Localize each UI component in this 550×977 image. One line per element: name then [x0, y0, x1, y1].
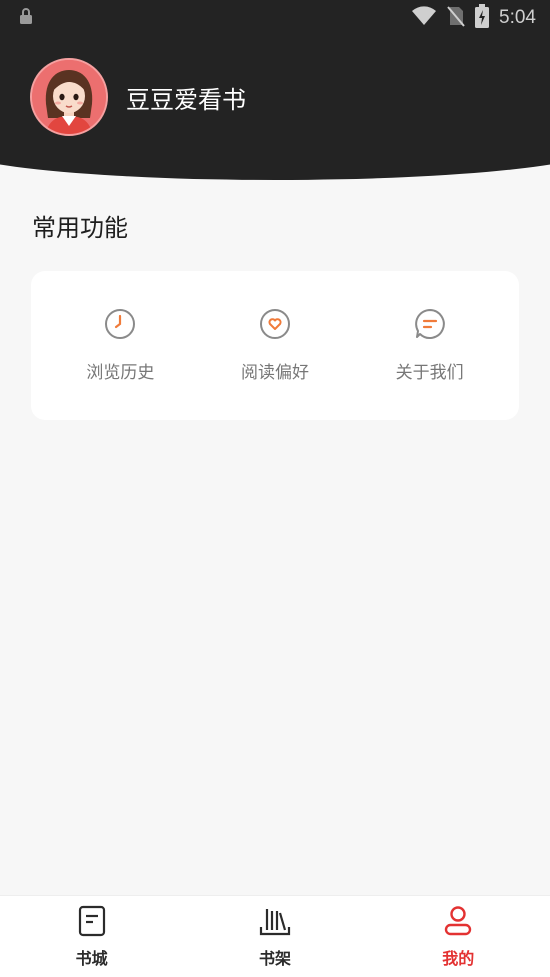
no-sim-icon [447, 5, 465, 31]
bottom-navigation: 书城 书架 我的 [0, 895, 550, 977]
bookshelf-icon [259, 905, 291, 941]
girl-avatar-icon [32, 60, 106, 134]
feature-label: 关于我们 [395, 363, 464, 383]
heart-icon [259, 308, 291, 344]
section-title: 常用功能 [32, 214, 128, 242]
nav-bookstore[interactable]: 书城 [32, 905, 152, 969]
avatar[interactable] [30, 58, 108, 136]
common-functions-card: 浏览历史 阅读偏好 关于我们 [31, 271, 519, 420]
feature-about-us[interactable]: 关于我们 [365, 308, 495, 383]
user-icon [443, 905, 473, 941]
status-time: 5:04 [499, 7, 536, 28]
feature-label: 阅读偏好 [240, 363, 309, 383]
feature-reading-preference[interactable]: 阅读偏好 [210, 308, 340, 383]
chat-bubble-icon [414, 308, 446, 344]
wifi-icon [411, 6, 437, 30]
lock-icon [18, 7, 34, 29]
status-bar: 5:04 [0, 0, 550, 36]
nav-mine[interactable]: 我的 [398, 905, 518, 969]
nav-bookshelf[interactable]: 书架 [215, 905, 335, 969]
feature-browsing-history[interactable]: 浏览历史 [55, 308, 185, 383]
book-icon [77, 905, 107, 941]
profile-header[interactable]: 豆豆爱看书 [30, 58, 246, 136]
battery-charging-icon [475, 4, 490, 32]
username: 豆豆爱看书 [126, 85, 246, 114]
nav-label: 我的 [442, 948, 475, 968]
nav-label: 书城 [75, 948, 108, 968]
nav-label: 书架 [258, 948, 291, 968]
clock-icon [104, 308, 136, 344]
feature-label: 浏览历史 [86, 363, 155, 383]
